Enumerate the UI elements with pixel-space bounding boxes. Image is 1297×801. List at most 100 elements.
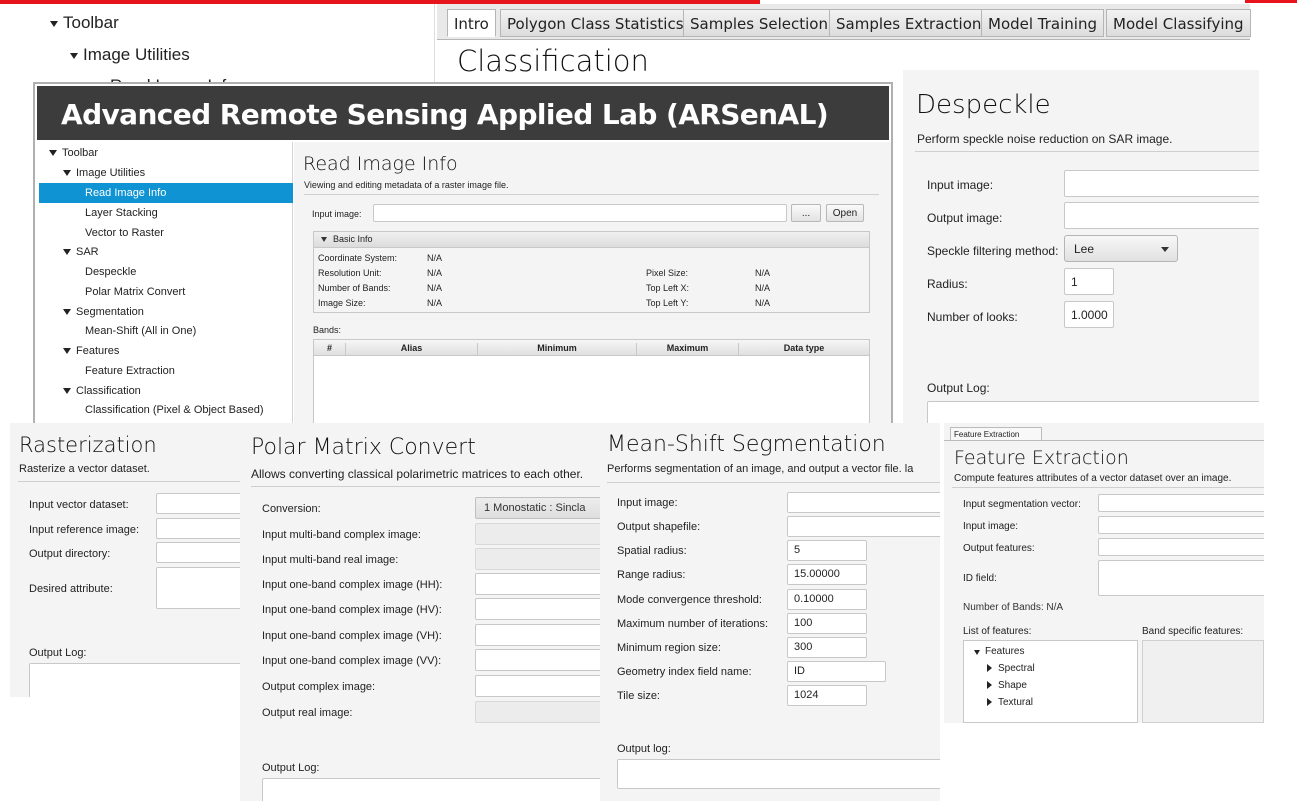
- tree-polar-matrix-convert[interactable]: Polar Matrix Convert: [85, 286, 185, 298]
- top-left-y-value: N/A: [755, 298, 771, 308]
- feature-id-field[interactable]: [1098, 560, 1264, 596]
- feature-output-field[interactable]: [1098, 538, 1264, 556]
- col-number[interactable]: #: [314, 343, 346, 356]
- polar-output-log[interactable]: [262, 778, 600, 801]
- despeckle-looks-label: Number of looks:: [927, 310, 1018, 324]
- feature-number-of-bands: Number of Bands: N/A: [963, 602, 1064, 613]
- tree-features[interactable]: Features: [63, 345, 119, 357]
- ms-min-region-field[interactable]: 300: [787, 637, 867, 658]
- col-minimum[interactable]: Minimum: [478, 343, 637, 356]
- input-reference-field[interactable]: [156, 518, 240, 539]
- feature-tree-features[interactable]: Features: [974, 646, 1024, 657]
- ms-output-log[interactable]: [617, 759, 940, 789]
- ms-output-shapefile-field[interactable]: [787, 516, 940, 537]
- tree-image-utilities[interactable]: Image Utilities: [63, 167, 145, 179]
- tree-vector-to-raster[interactable]: Vector to Raster: [85, 227, 164, 239]
- despeckle-output-log-label: Output Log:: [927, 381, 990, 395]
- rasterization-output-log[interactable]: [29, 663, 240, 697]
- ms-tile-field[interactable]: 1024: [787, 685, 867, 706]
- ms-input-image-label: Input image:: [617, 497, 678, 509]
- feature-window: Feature Extraction Feature Extraction Co…: [944, 423, 1264, 723]
- tree-sar[interactable]: SAR: [63, 246, 99, 258]
- feature-tree-textural[interactable]: Textural: [987, 697, 1033, 708]
- polar-output-complex-field[interactable]: [475, 675, 600, 697]
- ms-mode-field[interactable]: 0.10000: [787, 589, 867, 610]
- desired-attribute-field[interactable]: [156, 567, 240, 609]
- tree-layer-stacking[interactable]: Layer Stacking: [85, 207, 158, 219]
- basic-info-header[interactable]: Basic Info: [314, 232, 869, 248]
- input-image-label: Input image:: [312, 209, 362, 219]
- despeckle-output-field[interactable]: [1064, 202, 1259, 229]
- tree-feature-extraction[interactable]: Feature Extraction: [85, 365, 175, 377]
- despeckle-looks-field[interactable]: 1.0000: [1064, 301, 1114, 328]
- polar-vh-field[interactable]: [475, 624, 600, 646]
- tab-model-training[interactable]: Model Training: [981, 9, 1104, 37]
- tree-mean-shift[interactable]: Mean-Shift (All in One): [85, 325, 196, 337]
- polar-output-real-field[interactable]: [475, 701, 600, 723]
- feature-input-image-field[interactable]: [1098, 516, 1264, 534]
- polar-vh-label: Input one-band complex image (VH):: [262, 630, 442, 642]
- feature-subtitle: Compute features attributes of a vector …: [954, 473, 1232, 484]
- tree-segmentation[interactable]: Segmentation: [63, 306, 144, 318]
- ms-spatial-radius-field[interactable]: 5: [787, 540, 867, 561]
- tree-toolbar[interactable]: Toolbar: [49, 147, 98, 159]
- polar-multiband-real-field[interactable]: [475, 548, 600, 570]
- tab-samples-extraction[interactable]: Samples Extraction: [829, 9, 989, 37]
- despeckle-output-label: Output image:: [927, 211, 1003, 225]
- ms-geometry-label: Geometry index field name:: [617, 666, 752, 678]
- polar-vv-field[interactable]: [475, 649, 600, 671]
- tree-read-image-info[interactable]: Read Image Info: [39, 183, 293, 203]
- ms-min-region-label: Minimum region size:: [617, 642, 721, 654]
- tree-classification-pixel-object[interactable]: Classification (Pixel & Object Based): [85, 404, 264, 416]
- open-button[interactable]: Open: [826, 204, 864, 222]
- basic-info-section: Basic Info Coordinate System: N/A Resolu…: [313, 231, 870, 313]
- despeckle-method-select[interactable]: Lee: [1064, 235, 1178, 262]
- ms-mode-label: Mode convergence threshold:: [617, 594, 762, 606]
- despeckle-radius-field[interactable]: 1: [1064, 268, 1114, 295]
- feature-tree-spectral[interactable]: Spectral: [987, 663, 1035, 674]
- chevron-down-icon: [321, 237, 327, 242]
- feature-tree-shape[interactable]: Shape: [987, 680, 1027, 691]
- col-data-type[interactable]: Data type: [739, 343, 869, 353]
- tab-intro[interactable]: Intro: [447, 9, 496, 37]
- feature-band-specific-list[interactable]: [1142, 640, 1264, 723]
- bg-tree-toolbar[interactable]: Toolbar: [50, 13, 119, 33]
- polar-hh-field[interactable]: [475, 573, 600, 595]
- ms-range-radius-field[interactable]: 15.00000: [787, 564, 867, 585]
- despeckle-title: Despeckle: [916, 90, 1051, 120]
- bands-table: # Alias Minimum Maximum Data type: [313, 339, 870, 425]
- ms-geometry-field[interactable]: ID: [787, 661, 886, 682]
- conversion-select[interactable]: 1 Monostatic : Sincla: [475, 497, 600, 519]
- ms-max-iter-field[interactable]: 100: [787, 613, 867, 634]
- polar-multiband-complex-field[interactable]: [475, 523, 600, 545]
- bg-tree-image-utilities[interactable]: Image Utilities: [70, 45, 190, 65]
- col-maximum[interactable]: Maximum: [637, 343, 739, 356]
- top-left-y-label: Top Left Y:: [646, 298, 689, 308]
- meanshift-divider: [607, 482, 940, 483]
- output-directory-field[interactable]: [156, 542, 240, 563]
- input-image-field[interactable]: [373, 204, 787, 222]
- feature-tab[interactable]: Feature Extraction: [950, 427, 1042, 441]
- polar-multiband-complex-label: Input multi-band complex image:: [262, 529, 421, 541]
- input-vector-field[interactable]: [156, 493, 240, 514]
- despeckle-input-field[interactable]: [1064, 170, 1259, 197]
- col-alias[interactable]: Alias: [346, 343, 478, 356]
- feature-output-label: Output features:: [963, 543, 1035, 554]
- tree-classification[interactable]: Classification: [63, 385, 141, 397]
- tab-samples-selection[interactable]: Samples Selection: [683, 9, 835, 37]
- tab-model-classifying[interactable]: Model Classifying: [1106, 9, 1251, 37]
- rasterization-subtitle: Rasterize a vector dataset.: [19, 463, 150, 475]
- browse-button[interactable]: ...: [791, 204, 821, 222]
- polar-hv-label: Input one-band complex image (HV):: [262, 604, 442, 616]
- divider: [304, 194, 879, 195]
- tab-polygon-class-statistics[interactable]: Polygon Class Statistics: [500, 9, 691, 37]
- polar-subtitle: Allows converting classical polarimetric…: [251, 467, 584, 481]
- feature-input-seg-label: Input segmentation vector:: [963, 499, 1081, 510]
- pixel-size-value: N/A: [755, 268, 771, 278]
- feature-input-seg-field[interactable]: [1098, 494, 1264, 512]
- polar-hv-field[interactable]: [475, 598, 600, 620]
- tree-despeckle[interactable]: Despeckle: [85, 266, 136, 278]
- ms-input-image-field[interactable]: [787, 492, 940, 513]
- polar-vv-label: Input one-band complex image (VV):: [262, 655, 442, 667]
- despeckle-radius-label: Radius:: [927, 277, 968, 291]
